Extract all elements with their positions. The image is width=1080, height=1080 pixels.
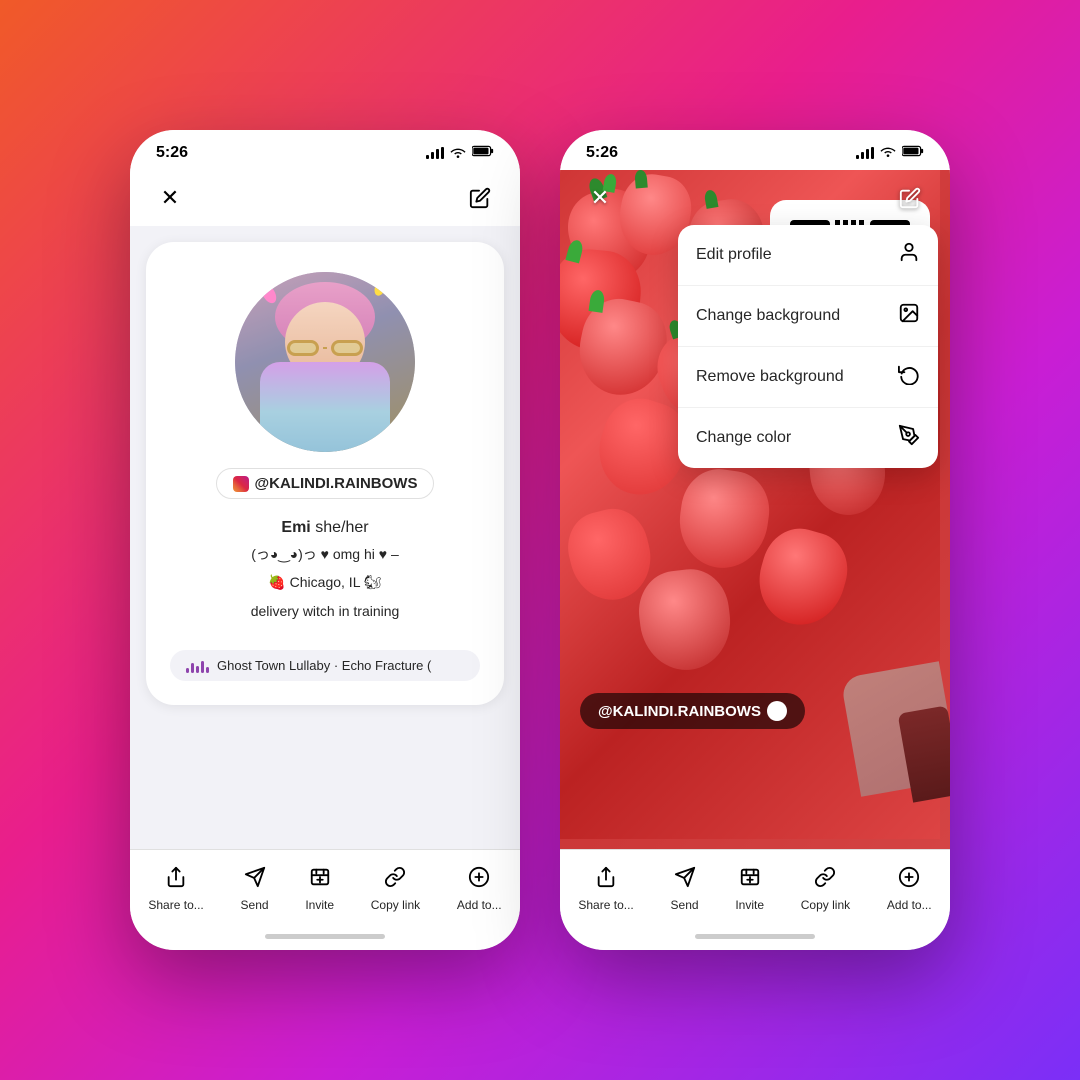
music-text: Ghost Town Lullaby · Echo Fracture ( — [217, 658, 431, 673]
invite-label-2: Invite — [735, 898, 764, 912]
battery-icon-2 — [902, 144, 924, 162]
add-to-icon-2 — [898, 866, 920, 894]
change-color-label: Change color — [696, 429, 791, 447]
phone-2: 5:26 — [560, 130, 950, 950]
change-background-icon — [898, 302, 920, 330]
add-to-label-1: Add to... — [457, 898, 502, 912]
strawberry-background: @KALINDI.RAINBOWS ★ ✕ Edit profile — [560, 170, 950, 849]
copy-link-button-2[interactable]: Copy link — [801, 866, 850, 912]
status-icons-2 — [856, 144, 924, 162]
invite-button-1[interactable]: Invite — [305, 866, 334, 912]
invite-icon-1 — [309, 866, 331, 894]
copy-link-label-1: Copy link — [371, 898, 420, 912]
share-to-button-1[interactable]: Share to... — [148, 866, 203, 912]
bio-line2: 🍓 Chicago, IL 🐿 — [251, 571, 400, 593]
remove-background-icon — [898, 363, 920, 391]
status-time-1: 5:26 — [156, 144, 188, 162]
send-button-1[interactable]: Send — [241, 866, 269, 912]
share-to-label-1: Share to... — [148, 898, 203, 912]
bio-name: Emi — [281, 519, 310, 536]
bio-pronoun: she/her — [315, 519, 368, 536]
close-button-2[interactable]: ✕ — [582, 180, 618, 216]
edit-profile-menu-item[interactable]: Edit profile — [678, 225, 938, 286]
edit-button-2[interactable] — [892, 180, 928, 216]
status-time-2: 5:26 — [586, 144, 618, 162]
instagram-icon — [233, 476, 249, 492]
nav-bar-1: ✕ — [130, 170, 520, 226]
signal-icon-1 — [426, 147, 444, 159]
username-badge: @KALINDI.RAINBOWS — [216, 468, 435, 499]
bio-line1: (っ◕‿◕)っ ♥ omg hi ♥ – — [251, 543, 400, 565]
star-badge: ★ — [767, 701, 787, 721]
dropdown-menu: Edit profile Change background Remove ba… — [678, 225, 938, 468]
remove-background-menu-item[interactable]: Remove background — [678, 347, 938, 408]
send-button-2[interactable]: Send — [671, 866, 699, 912]
music-waves-icon — [186, 659, 209, 673]
change-color-menu-item[interactable]: Change color — [678, 408, 938, 468]
overlay-username-text: @KALINDI.RAINBOWS — [598, 703, 761, 720]
home-indicator-2 — [560, 922, 950, 950]
profile-card-wrapper: @KALINDI.RAINBOWS Emi she/her (っ◕‿◕)っ ♥ … — [130, 226, 520, 849]
copy-link-label-2: Copy link — [801, 898, 850, 912]
phone-1: 5:26 ✕ — [130, 130, 520, 950]
invite-label-1: Invite — [305, 898, 334, 912]
send-label-2: Send — [671, 898, 699, 912]
action-bar-2: Share to... Send Invite Copy link Add to… — [560, 849, 950, 922]
avatar — [235, 272, 415, 452]
send-icon-2 — [674, 866, 696, 894]
action-bar-1: Share to... Send Invite Copy link Add to… — [130, 849, 520, 922]
bio-line3: delivery witch in training — [251, 600, 400, 622]
username-overlay: @KALINDI.RAINBOWS ★ — [580, 693, 805, 729]
profile-card: @KALINDI.RAINBOWS Emi she/her (っ◕‿◕)っ ♥ … — [146, 242, 504, 705]
home-bar-2 — [695, 934, 815, 939]
home-bar-1 — [265, 934, 385, 939]
add-to-label-2: Add to... — [887, 898, 932, 912]
status-bar-2: 5:26 — [560, 130, 950, 170]
close-button-1[interactable]: ✕ — [152, 180, 188, 216]
profile-bio: Emi she/her (っ◕‿◕)っ ♥ omg hi ♥ – 🍓 Chica… — [251, 519, 400, 622]
edit-profile-label: Edit profile — [696, 246, 772, 264]
add-to-button-1[interactable]: Add to... — [457, 866, 502, 912]
change-color-icon — [898, 424, 920, 452]
copy-link-button-1[interactable]: Copy link — [371, 866, 420, 912]
share-to-button-2[interactable]: Share to... — [578, 866, 633, 912]
invite-button-2[interactable]: Invite — [735, 866, 764, 912]
phone2-content: @KALINDI.RAINBOWS ★ ✕ Edit profile — [560, 170, 950, 849]
edit-button-1[interactable] — [462, 180, 498, 216]
share-icon-2 — [595, 866, 617, 894]
send-icon-1 — [244, 866, 266, 894]
remove-background-label: Remove background — [696, 368, 844, 386]
send-label-1: Send — [241, 898, 269, 912]
signal-icon-2 — [856, 147, 874, 159]
battery-icon-1 — [472, 144, 494, 162]
change-background-label: Change background — [696, 307, 840, 325]
invite-icon-2 — [739, 866, 761, 894]
add-to-icon-1 — [468, 866, 490, 894]
wifi-icon-2 — [880, 144, 896, 162]
status-icons-1 — [426, 144, 494, 162]
username-text: @KALINDI.RAINBOWS — [255, 475, 418, 492]
add-to-button-2[interactable]: Add to... — [887, 866, 932, 912]
share-to-label-2: Share to... — [578, 898, 633, 912]
status-bar-1: 5:26 — [130, 130, 520, 170]
edit-profile-icon — [898, 241, 920, 269]
music-bar: Ghost Town Lullaby · Echo Fracture ( — [170, 650, 480, 681]
share-icon-1 — [165, 866, 187, 894]
wifi-icon-1 — [450, 145, 466, 161]
change-background-menu-item[interactable]: Change background — [678, 286, 938, 347]
copy-link-icon-2 — [814, 866, 836, 894]
nav-bar-2: ✕ — [560, 170, 950, 226]
home-indicator-1 — [130, 922, 520, 950]
copy-link-icon-1 — [384, 866, 406, 894]
